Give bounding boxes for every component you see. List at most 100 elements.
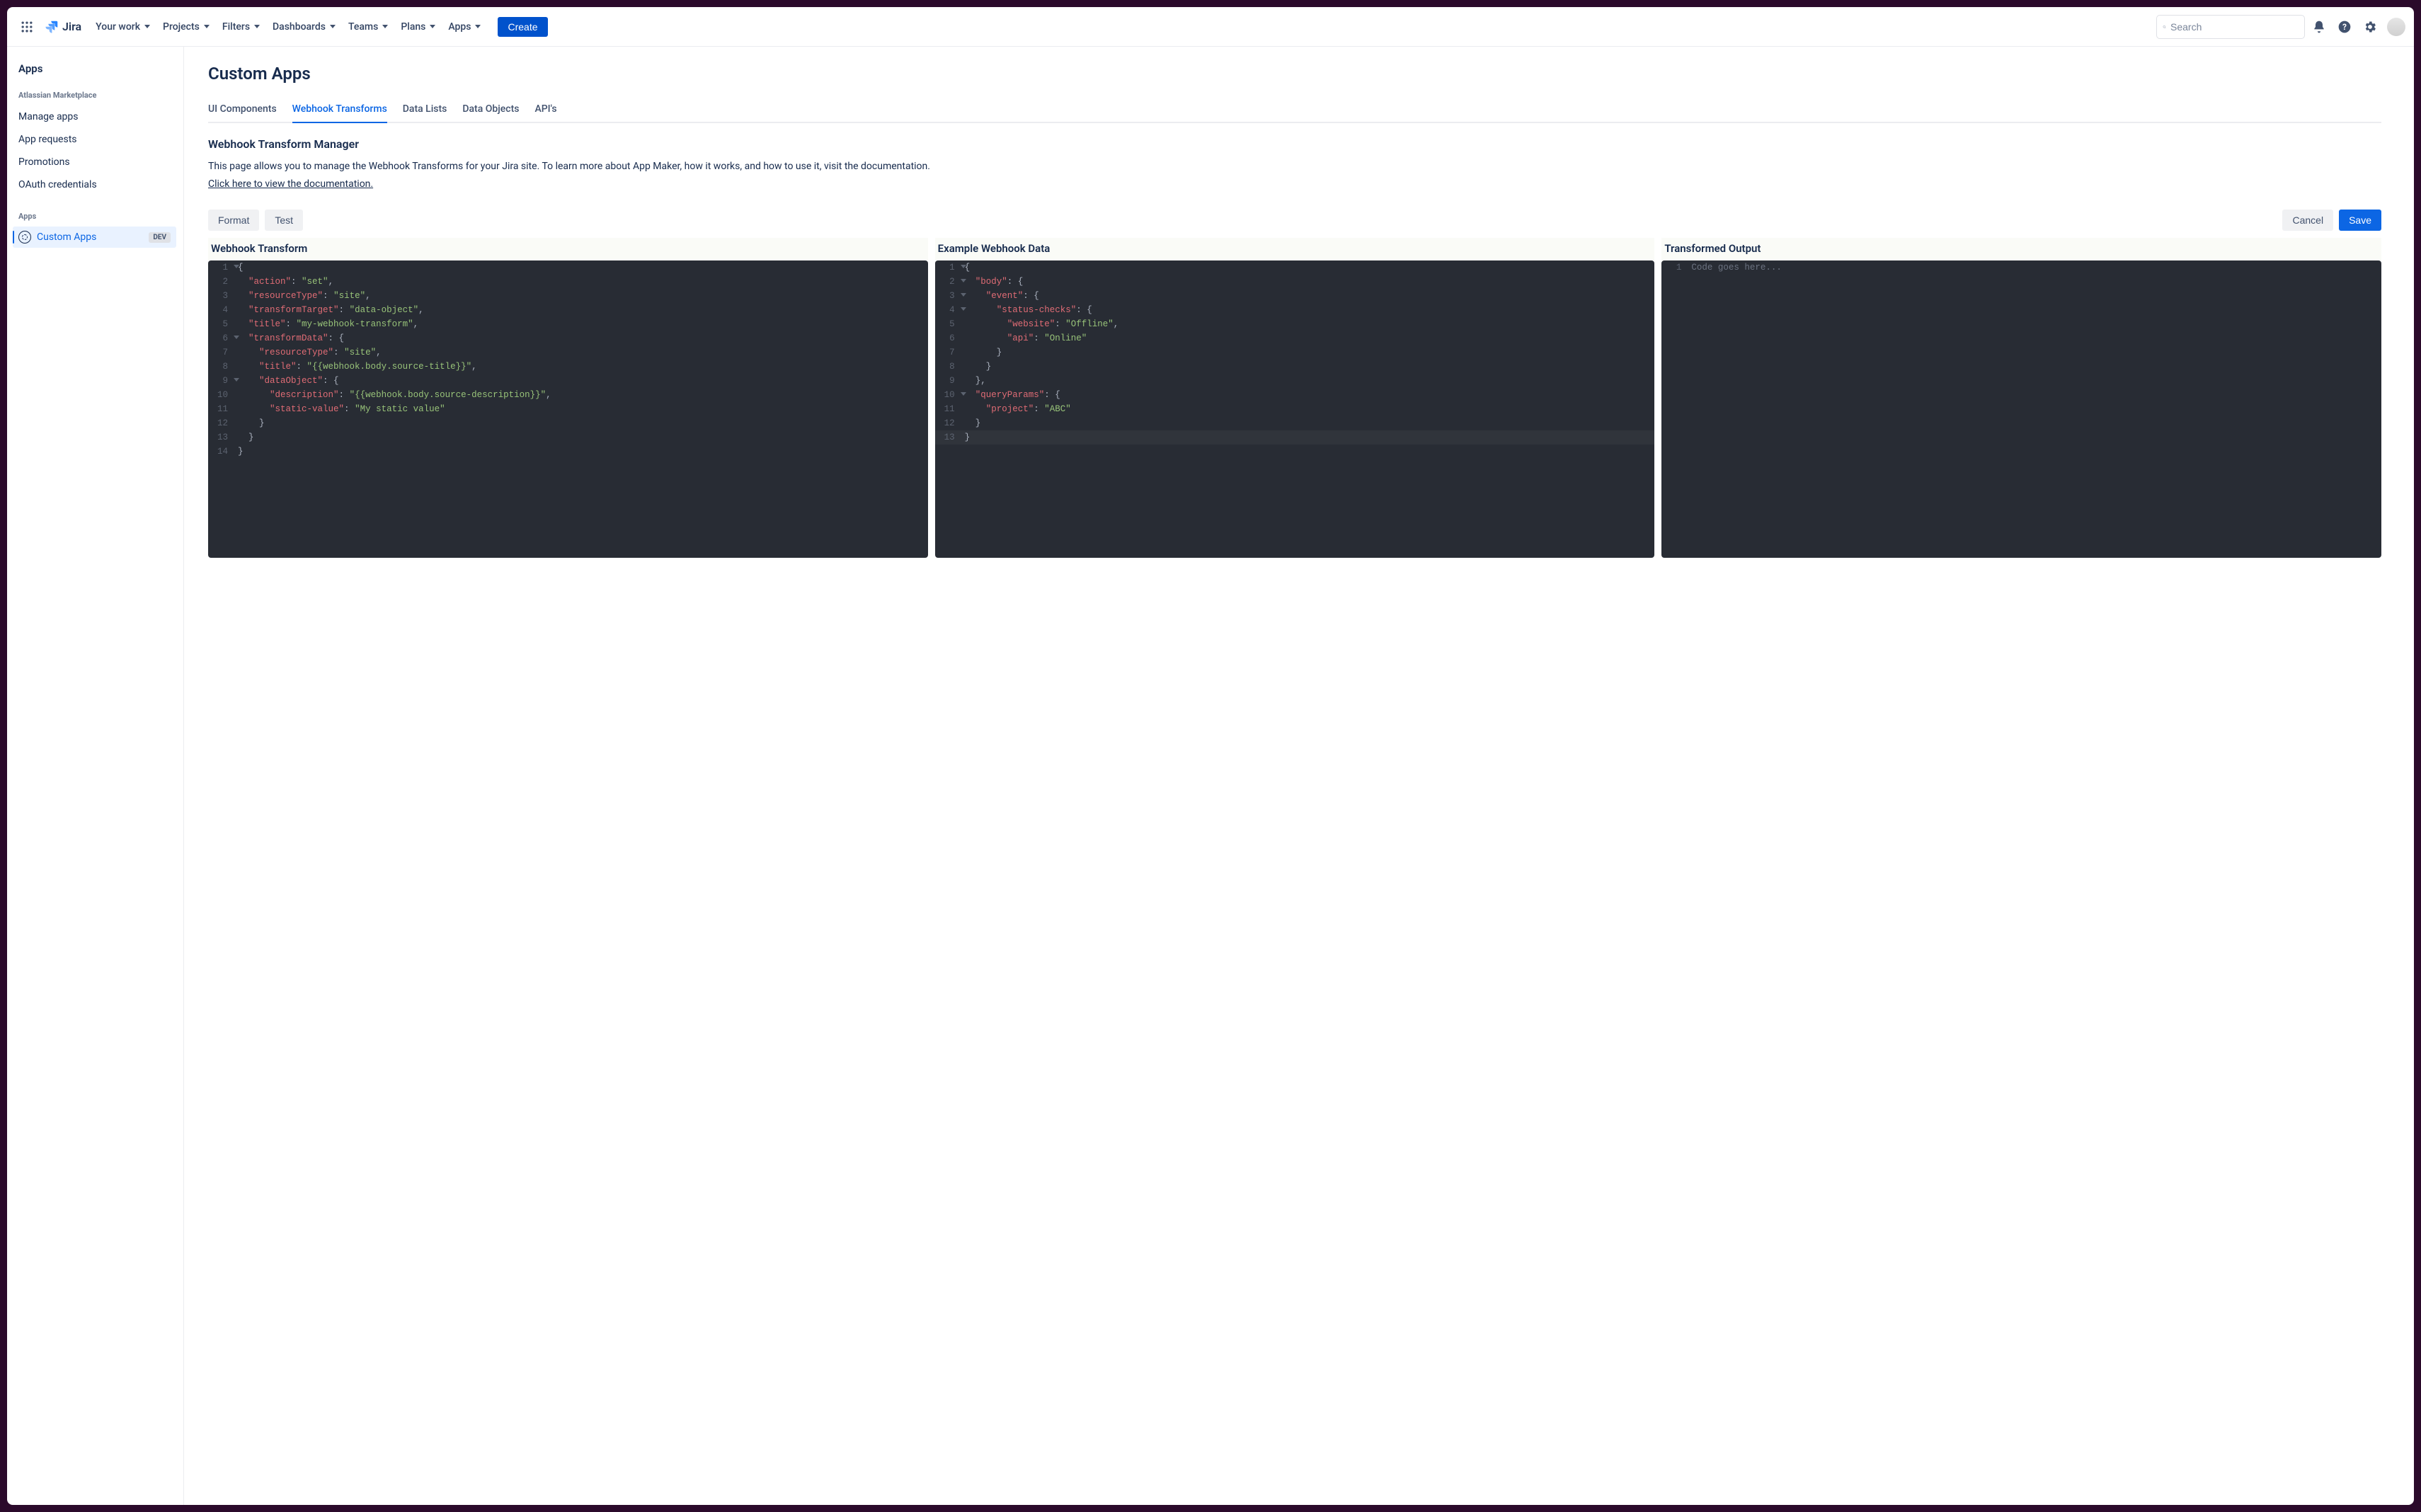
editor-header-example: Example Webhook Data bbox=[935, 238, 1655, 260]
nav-item-apps[interactable]: Apps bbox=[442, 17, 486, 37]
nav-item-filters[interactable]: Filters bbox=[217, 17, 265, 37]
sidebar-item-oauth-credentials[interactable]: OAuth credentials bbox=[18, 173, 176, 196]
nav-item-dashboards[interactable]: Dashboards bbox=[267, 17, 341, 37]
nav-items: Your work Projects Filters Dashboards Teams P… bbox=[90, 17, 486, 37]
tab-api-s[interactable]: API's bbox=[534, 99, 556, 123]
code-line: 2 "action": "set", bbox=[208, 275, 928, 289]
nav-item-projects[interactable]: Projects bbox=[157, 17, 215, 37]
code-line: 10 "queryParams": { bbox=[935, 388, 1655, 402]
code-line: 11 "static-value": "My static value" bbox=[208, 402, 928, 416]
tab-ui-components[interactable]: UI Components bbox=[208, 99, 277, 123]
app-window: Jira Your work Projects Filters Dashboards T… bbox=[7, 7, 2414, 1505]
chevron-down-icon bbox=[204, 25, 210, 28]
editor-col-example: Example Webhook Data 1{2 "body": {3 "eve… bbox=[935, 238, 1655, 558]
output-placeholder: Code goes here... bbox=[1687, 260, 1782, 275]
action-row: Format Test Cancel Save bbox=[208, 210, 2381, 231]
chevron-down-icon bbox=[254, 25, 260, 28]
tab-webhook-transforms[interactable]: Webhook Transforms bbox=[292, 99, 387, 123]
app-switcher-icon[interactable] bbox=[16, 16, 38, 38]
main-content: Custom Apps UI Components Webhook Transfo… bbox=[184, 47, 2414, 1505]
fold-icon[interactable] bbox=[961, 279, 966, 282]
sidebar-item-app-requests[interactable]: App requests bbox=[18, 128, 176, 151]
editor-header-transform: Webhook Transform bbox=[208, 238, 928, 260]
code-line: 3 "event": { bbox=[935, 289, 1655, 303]
code-line: 13} bbox=[935, 430, 1655, 445]
create-button[interactable]: Create bbox=[498, 17, 547, 37]
fold-icon[interactable] bbox=[234, 336, 239, 339]
custom-apps-icon bbox=[18, 231, 31, 244]
svg-text:?: ? bbox=[2342, 22, 2347, 32]
code-line: 4 "transformTarget": "data-object", bbox=[208, 303, 928, 317]
tab-data-lists[interactable]: Data Lists bbox=[403, 99, 447, 123]
format-button[interactable]: Format bbox=[208, 210, 259, 231]
nav-item-label: Filters bbox=[222, 21, 250, 33]
code-line: 5 "title": "my-webhook-transform", bbox=[208, 317, 928, 331]
nav-item-teams[interactable]: Teams bbox=[343, 17, 394, 37]
code-editor-transform[interactable]: 1{2 "action": "set",3 "resourceType": "s… bbox=[208, 260, 928, 558]
code-line: 7 "resourceType": "site", bbox=[208, 345, 928, 360]
top-nav: Jira Your work Projects Filters Dashboards T… bbox=[7, 7, 2414, 47]
settings-icon[interactable] bbox=[2359, 16, 2381, 38]
editor-row: Webhook Transform 1{2 "action": "set",3 … bbox=[208, 238, 2381, 558]
jira-logo[interactable]: Jira bbox=[44, 19, 81, 35]
dev-badge: DEV bbox=[149, 232, 171, 243]
nav-item-label: Projects bbox=[163, 21, 200, 33]
cancel-button[interactable]: Cancel bbox=[2282, 210, 2333, 231]
documentation-link[interactable]: Click here to view the documentation. bbox=[208, 178, 373, 190]
nav-item-label: Plans bbox=[401, 21, 425, 33]
product-name: Jira bbox=[62, 20, 81, 33]
code-line: 12 } bbox=[935, 416, 1655, 430]
code-line: 1{ bbox=[208, 260, 928, 275]
nav-item-label: Teams bbox=[348, 21, 378, 33]
fold-icon[interactable] bbox=[961, 265, 966, 268]
fold-icon[interactable] bbox=[234, 265, 239, 268]
sidebar-item-promotions[interactable]: Promotions bbox=[18, 151, 176, 173]
nav-item-label: Your work bbox=[96, 21, 140, 33]
nav-item-label: Dashboards bbox=[273, 21, 326, 33]
code-line: 1{ bbox=[935, 260, 1655, 275]
search-input[interactable] bbox=[2170, 21, 2299, 33]
code-line: 5 "website": "Offline", bbox=[935, 317, 1655, 331]
code-line: 7 } bbox=[935, 345, 1655, 360]
sidebar-item-label: Custom Apps bbox=[37, 231, 149, 243]
fold-icon[interactable] bbox=[961, 392, 966, 396]
code-line: 4 "status-checks": { bbox=[935, 303, 1655, 317]
code-line: 3 "resourceType": "site", bbox=[208, 289, 928, 303]
sidebar-title: Apps bbox=[18, 62, 176, 75]
code-editor-output[interactable]: 1 Code goes here... bbox=[1661, 260, 2381, 558]
tab-data-objects[interactable]: Data Objects bbox=[462, 99, 519, 123]
code-line: 10 "description": "{{webhook.body.source… bbox=[208, 388, 928, 402]
code-line: 6 "api": "Online" bbox=[935, 331, 1655, 345]
fold-icon[interactable] bbox=[961, 293, 966, 297]
jira-logo-icon bbox=[44, 19, 59, 35]
code-line: 14} bbox=[208, 445, 928, 459]
search-box[interactable] bbox=[2156, 15, 2305, 39]
chevron-down-icon bbox=[382, 25, 388, 28]
avatar[interactable] bbox=[2387, 18, 2405, 36]
sidebar-group1-items: Manage appsApp requestsPromotionsOAuth c… bbox=[18, 105, 176, 196]
sidebar-group-marketplace: Atlassian Marketplace bbox=[18, 91, 176, 100]
code-line: 2 "body": { bbox=[935, 275, 1655, 289]
nav-item-your-work[interactable]: Your work bbox=[90, 17, 156, 37]
sidebar-item-manage-apps[interactable]: Manage apps bbox=[18, 105, 176, 128]
sidebar-item-custom-apps[interactable]: Custom Apps DEV bbox=[13, 227, 176, 248]
nav-item-plans[interactable]: Plans bbox=[395, 17, 441, 37]
editor-col-output: Transformed Output 1 Code goes here... bbox=[1661, 238, 2381, 558]
code-line: 8 } bbox=[935, 360, 1655, 374]
chevron-down-icon bbox=[330, 25, 336, 28]
code-line: 13 } bbox=[208, 430, 928, 445]
fold-icon[interactable] bbox=[961, 307, 966, 311]
code-line: 8 "title": "{{webhook.body.source-title}… bbox=[208, 360, 928, 374]
code-editor-example[interactable]: 1{2 "body": {3 "event": {4 "status-check… bbox=[935, 260, 1655, 558]
save-button[interactable]: Save bbox=[2339, 210, 2381, 231]
notifications-icon[interactable] bbox=[2308, 16, 2330, 38]
sidebar-group-apps: Apps bbox=[18, 212, 176, 221]
fold-icon[interactable] bbox=[234, 378, 239, 382]
chevron-down-icon bbox=[430, 25, 435, 28]
nav-item-label: Apps bbox=[448, 21, 471, 33]
code-line: 12 } bbox=[208, 416, 928, 430]
help-icon[interactable]: ? bbox=[2333, 16, 2356, 38]
page-title: Custom Apps bbox=[208, 64, 2381, 84]
code-line: 9 "dataObject": { bbox=[208, 374, 928, 388]
test-button[interactable]: Test bbox=[265, 210, 303, 231]
